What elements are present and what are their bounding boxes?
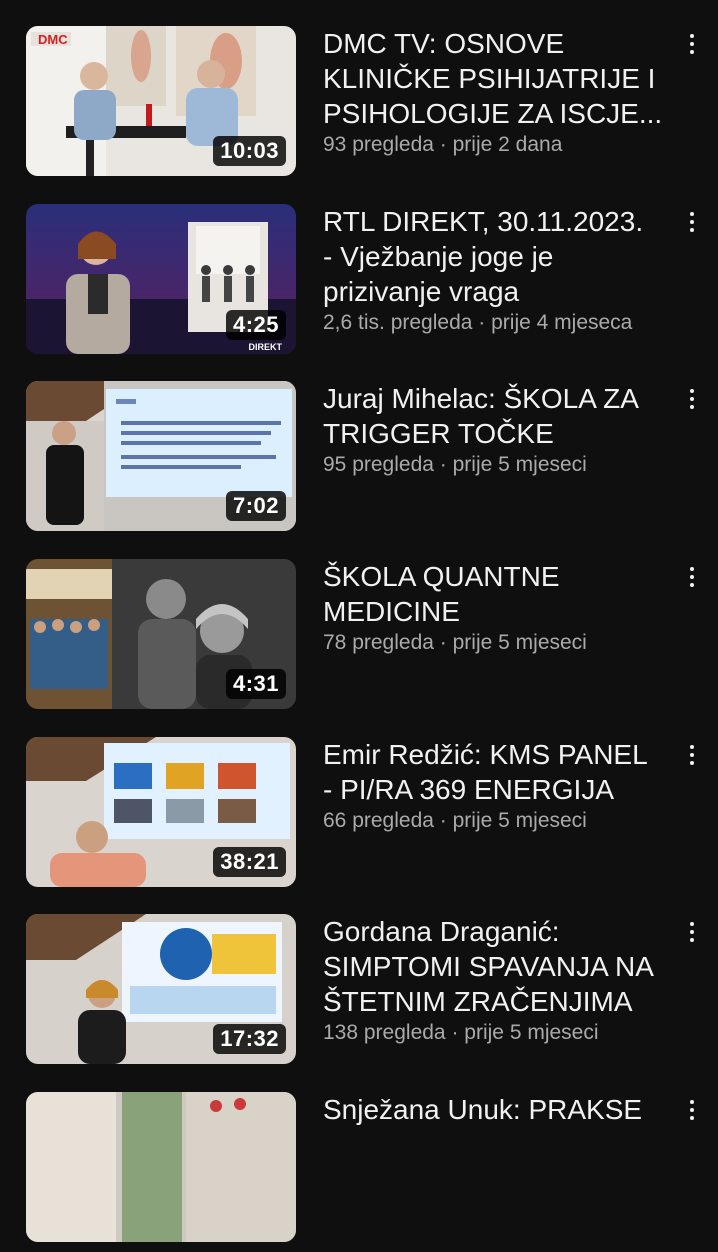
meta-separator: · [439, 133, 447, 156]
upload-age: prije 5 mjeseci [452, 809, 587, 832]
video-info[interactable]: Gordana Draganić: SIMPTOMI SPAVANJA NA Š… [323, 914, 673, 1046]
video-item[interactable]: 4:31 ŠKOLA QUANTNE MEDICINE 78 pregleda … [0, 559, 718, 719]
more-vertical-icon[interactable] [680, 384, 704, 414]
video-meta: 138 pregleda · prije 5 mjeseci [323, 1019, 673, 1046]
video-item[interactable]: 17:32 Gordana Draganić: SIMPTOMI SPAVANJ… [0, 914, 718, 1074]
more-vertical-icon[interactable] [680, 29, 704, 59]
meta-separator: · [478, 311, 486, 334]
duration-badge: 10:03 [213, 136, 286, 166]
channel-logo: DIREKT [248, 342, 283, 352]
video-thumbnail[interactable]: 17:32 [26, 914, 296, 1064]
video-title[interactable]: RTL DIREKT, 30.11.2023. - Vježbanje joge… [323, 204, 673, 309]
video-info[interactable]: Emir Redžić: KMS PANEL - PI/RA 369 ENERG… [323, 737, 673, 834]
video-title[interactable]: Snježana Unuk: PRAKSE [323, 1092, 673, 1127]
meta-separator: · [439, 631, 447, 654]
channel-logo: DMC [38, 32, 68, 47]
duration-badge: 7:02 [225, 491, 286, 521]
more-vertical-icon[interactable] [680, 917, 704, 947]
duration-badge: 4:31 [225, 669, 286, 699]
video-title[interactable]: Juraj Mihelac: ŠKOLA ZA TRIGGER TOČKE [323, 381, 673, 451]
video-title[interactable]: Emir Redžić: KMS PANEL - PI/RA 369 ENERG… [323, 737, 673, 807]
video-info[interactable]: Snježana Unuk: PRAKSE [323, 1092, 673, 1127]
video-meta: 78 pregleda · prije 5 mjeseci [323, 629, 673, 656]
thumbnail-image [26, 1092, 296, 1242]
upload-age: prije 4 mjeseca [491, 311, 633, 334]
video-meta: 2,6 tis. pregleda · prije 4 mjeseca [323, 309, 673, 336]
meta-separator: · [439, 809, 447, 832]
video-item[interactable]: 7:02 Juraj Mihelac: ŠKOLA ZA TRIGGER TOČ… [0, 381, 718, 541]
view-count: 93 pregleda [323, 133, 434, 156]
video-meta: 95 pregleda · prije 5 mjeseci [323, 451, 673, 478]
more-vertical-icon[interactable] [680, 740, 704, 770]
video-thumbnail[interactable]: 38:21 [26, 737, 296, 887]
video-thumbnail[interactable]: DMC 10:03 [26, 26, 296, 176]
video-title[interactable]: DMC TV: OSNOVE KLINIČKE PSIHIJATRIJE I P… [323, 26, 673, 131]
view-count: 2,6 tis. pregleda [323, 311, 473, 334]
video-thumbnail[interactable]: 7:02 [26, 381, 296, 531]
upload-age: prije 5 mjeseci [452, 453, 587, 476]
more-vertical-icon[interactable] [680, 207, 704, 237]
video-info[interactable]: Juraj Mihelac: ŠKOLA ZA TRIGGER TOČKE 95… [323, 381, 673, 478]
more-vertical-icon[interactable] [680, 562, 704, 592]
video-thumbnail[interactable] [26, 1092, 296, 1242]
meta-separator: · [451, 1021, 459, 1044]
video-info[interactable]: RTL DIREKT, 30.11.2023. - Vježbanje joge… [323, 204, 673, 336]
duration-badge: 4:25 [225, 310, 286, 340]
video-item[interactable]: DIREKT 4:25 RTL DIREKT, 30.11.2023. - Vj… [0, 204, 718, 364]
more-vertical-icon[interactable] [680, 1095, 704, 1125]
video-meta: 66 pregleda · prije 5 mjeseci [323, 807, 673, 834]
video-thumbnail[interactable]: DIREKT 4:25 [26, 204, 296, 354]
view-count: 78 pregleda [323, 631, 434, 654]
video-item[interactable]: 38:21 Emir Redžić: KMS PANEL - PI/RA 369… [0, 737, 718, 897]
duration-badge: 38:21 [213, 847, 286, 877]
upload-age: prije 5 mjeseci [464, 1021, 599, 1044]
video-thumbnail[interactable]: 4:31 [26, 559, 296, 709]
view-count: 66 pregleda [323, 809, 434, 832]
upload-age: prije 5 mjeseci [452, 631, 587, 654]
video-item[interactable]: Snježana Unuk: PRAKSE [0, 1092, 718, 1252]
view-count: 138 pregleda [323, 1021, 446, 1044]
video-info[interactable]: DMC TV: OSNOVE KLINIČKE PSIHIJATRIJE I P… [323, 26, 673, 158]
video-item[interactable]: DMC 10:03 DMC TV: OSNOVE KLINIČKE PSIHIJ… [0, 26, 718, 186]
duration-badge: 17:32 [213, 1024, 286, 1054]
meta-separator: · [439, 453, 447, 476]
upload-age: prije 2 dana [452, 133, 563, 156]
video-meta: 93 pregleda · prije 2 dana [323, 131, 673, 158]
video-title[interactable]: Gordana Draganić: SIMPTOMI SPAVANJA NA Š… [323, 914, 673, 1019]
video-info[interactable]: ŠKOLA QUANTNE MEDICINE 78 pregleda · pri… [323, 559, 673, 656]
view-count: 95 pregleda [323, 453, 434, 476]
video-title[interactable]: ŠKOLA QUANTNE MEDICINE [323, 559, 673, 629]
